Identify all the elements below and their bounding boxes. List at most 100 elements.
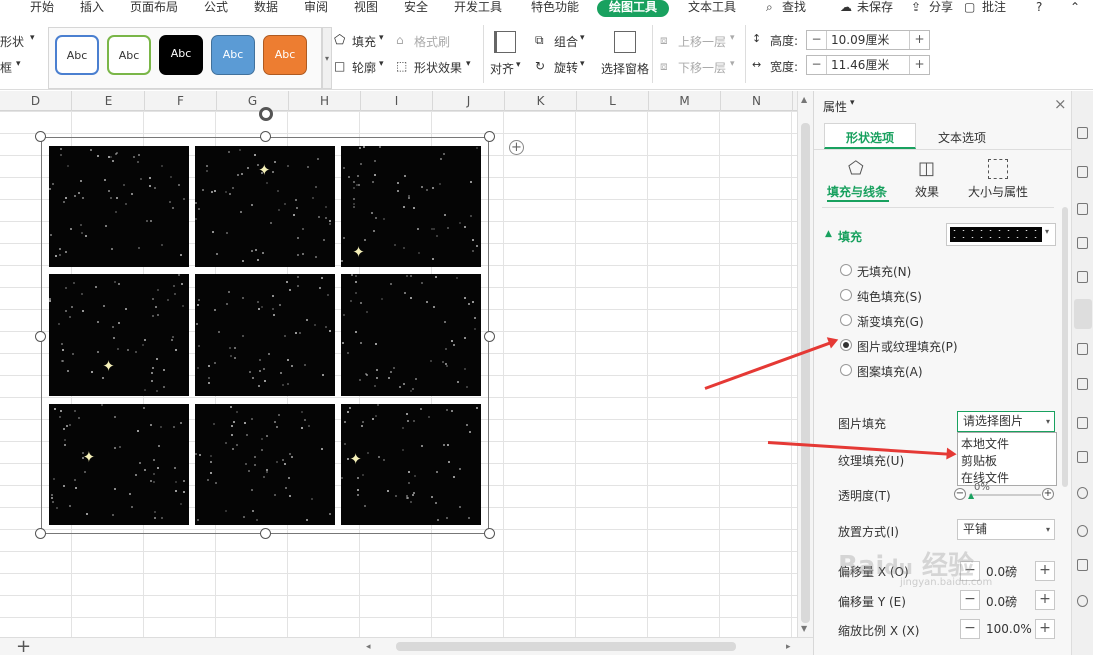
scroll-down-icon[interactable]: ▼: [801, 624, 807, 633]
placement-dropdown[interactable]: 平铺 ▾: [957, 519, 1055, 540]
scale-x-decrease-button[interactable]: −: [960, 619, 980, 639]
properties-icon[interactable]: [1074, 299, 1092, 329]
column-header-g[interactable]: G: [217, 91, 289, 111]
pane-scroll-thumb[interactable]: [1062, 207, 1068, 487]
tab-text-tools[interactable]: 文本工具: [688, 0, 736, 17]
help-icon[interactable]: ?: [1036, 0, 1042, 17]
transparency-increase-icon[interactable]: +: [1042, 488, 1054, 500]
clipboard-icon[interactable]: [1077, 343, 1088, 355]
scale-x-increase-button[interactable]: +: [1035, 619, 1055, 639]
selection-pane-button[interactable]: 选择窗格: [601, 60, 649, 77]
add-sheet-icon[interactable]: +: [16, 636, 31, 657]
resize-handle[interactable]: [260, 131, 271, 142]
width-decrease-button[interactable]: −: [807, 56, 827, 74]
transparency-slider[interactable]: [969, 494, 1041, 496]
fill-color-picker[interactable]: ▾: [946, 223, 1056, 246]
outline-button[interactable]: 轮廓: [352, 59, 376, 76]
resize-handle[interactable]: [35, 131, 46, 142]
history-icon[interactable]: [1077, 595, 1088, 607]
frame-button[interactable]: 框: [0, 59, 12, 76]
menu-item[interactable]: 特色功能: [531, 0, 579, 17]
calendar-icon[interactable]: [1077, 378, 1088, 390]
fill-option-label[interactable]: 无填充(N): [857, 263, 911, 280]
delete-icon[interactable]: [1077, 451, 1088, 463]
menu-item[interactable]: 公式: [204, 0, 228, 17]
offset-x-increase-button[interactable]: +: [1035, 561, 1055, 581]
radio-icon[interactable]: [840, 339, 852, 351]
horizontal-scroll-thumb[interactable]: [396, 642, 736, 651]
menu-item[interactable]: 页面布局: [130, 0, 178, 17]
panel-icon[interactable]: [1077, 127, 1088, 139]
resize-handle[interactable]: [35, 331, 46, 342]
send-backward-button[interactable]: 下移一层: [678, 59, 726, 76]
menu-item-clipboard[interactable]: 剪贴板: [961, 452, 997, 469]
layout-icon[interactable]: [1077, 417, 1088, 429]
width-spinner[interactable]: − 11.46厘米 +: [806, 55, 930, 75]
comment-button[interactable]: 批注: [982, 0, 1006, 17]
offset-y-increase-button[interactable]: +: [1035, 590, 1055, 610]
chevron-up-icon[interactable]: ⌃: [1070, 0, 1080, 17]
format-brush-button[interactable]: 格式刷: [414, 33, 450, 50]
shape-button[interactable]: 形状: [0, 33, 24, 50]
subtab-size-properties[interactable]: 大小与属性: [968, 183, 1028, 200]
column-header-d[interactable]: D: [0, 91, 72, 111]
vertical-scrollbar[interactable]: ▲ ▼: [797, 91, 813, 637]
fill-button[interactable]: 填充: [352, 33, 376, 50]
shape-icon[interactable]: [1077, 237, 1088, 249]
column-header-j[interactable]: J: [433, 91, 505, 111]
close-icon[interactable]: ×: [1054, 95, 1067, 113]
collapse-icon[interactable]: ▲: [825, 229, 832, 239]
column-header-l[interactable]: L: [577, 91, 649, 111]
column-header-m[interactable]: M: [649, 91, 721, 111]
info-icon[interactable]: [1077, 487, 1088, 499]
menu-item[interactable]: 数据: [254, 0, 278, 17]
tab-drawing-tools[interactable]: 绘图工具: [597, 0, 670, 17]
fill-section-title[interactable]: 填充: [838, 228, 862, 245]
style-swatch-orange[interactable]: Abc: [263, 35, 307, 75]
radio-icon[interactable]: [840, 264, 852, 276]
height-value[interactable]: 10.09厘米: [831, 32, 889, 49]
subtab-fill-line[interactable]: 填充与线条: [827, 183, 887, 200]
picture-fill-dropdown[interactable]: 请选择图片 ▾: [957, 411, 1055, 432]
share-button[interactable]: 分享: [929, 0, 953, 17]
column-header-k[interactable]: K: [505, 91, 577, 111]
radio-icon[interactable]: [840, 289, 852, 301]
search-button[interactable]: 查找: [782, 0, 806, 17]
settings-icon[interactable]: [1077, 525, 1088, 537]
shape-effects-button[interactable]: 形状效果: [414, 59, 462, 76]
subtab-effects[interactable]: 效果: [915, 183, 939, 200]
offset-y-value[interactable]: 0.0磅: [986, 593, 1017, 610]
scroll-right-icon[interactable]: ▸: [786, 642, 791, 652]
rotate-handle[interactable]: [259, 107, 273, 121]
document-icon[interactable]: [1077, 166, 1088, 178]
menu-item[interactable]: 开发工具: [454, 0, 502, 17]
menu-item[interactable]: 插入: [80, 0, 104, 17]
layout-options-icon[interactable]: +: [509, 140, 524, 155]
chart-icon[interactable]: [1077, 271, 1088, 283]
image-icon[interactable]: [1077, 203, 1088, 215]
box-icon[interactable]: [1077, 559, 1088, 571]
radio-icon[interactable]: [840, 314, 852, 326]
style-swatch-black[interactable]: Abc: [159, 35, 203, 75]
tab-text-options[interactable]: 文本选项: [938, 129, 986, 146]
menu-item[interactable]: 开始: [30, 0, 54, 17]
column-header-h[interactable]: H: [289, 91, 361, 111]
column-header-i[interactable]: I: [361, 91, 433, 111]
menu-item[interactable]: 视图: [354, 0, 378, 17]
column-header-e[interactable]: E: [73, 91, 145, 111]
scroll-thumb[interactable]: [801, 123, 810, 623]
offset-y-decrease-button[interactable]: −: [960, 590, 980, 610]
chevron-down-icon[interactable]: ▾: [850, 98, 855, 108]
resize-handle[interactable]: [35, 528, 46, 539]
resize-handle[interactable]: [484, 331, 495, 342]
scale-x-value[interactable]: 100.0%: [986, 622, 1032, 636]
column-header-n[interactable]: N: [721, 91, 793, 111]
gallery-more-button[interactable]: ▾: [322, 27, 332, 89]
resize-handle[interactable]: [260, 528, 271, 539]
fill-option-label[interactable]: 渐变填充(G): [857, 313, 924, 330]
menu-item[interactable]: 安全: [404, 0, 428, 17]
height-decrease-button[interactable]: −: [807, 31, 827, 49]
transparency-decrease-icon[interactable]: −: [954, 488, 966, 500]
bring-forward-button[interactable]: 上移一层: [678, 33, 726, 50]
rotate-button[interactable]: 旋转: [554, 59, 578, 76]
